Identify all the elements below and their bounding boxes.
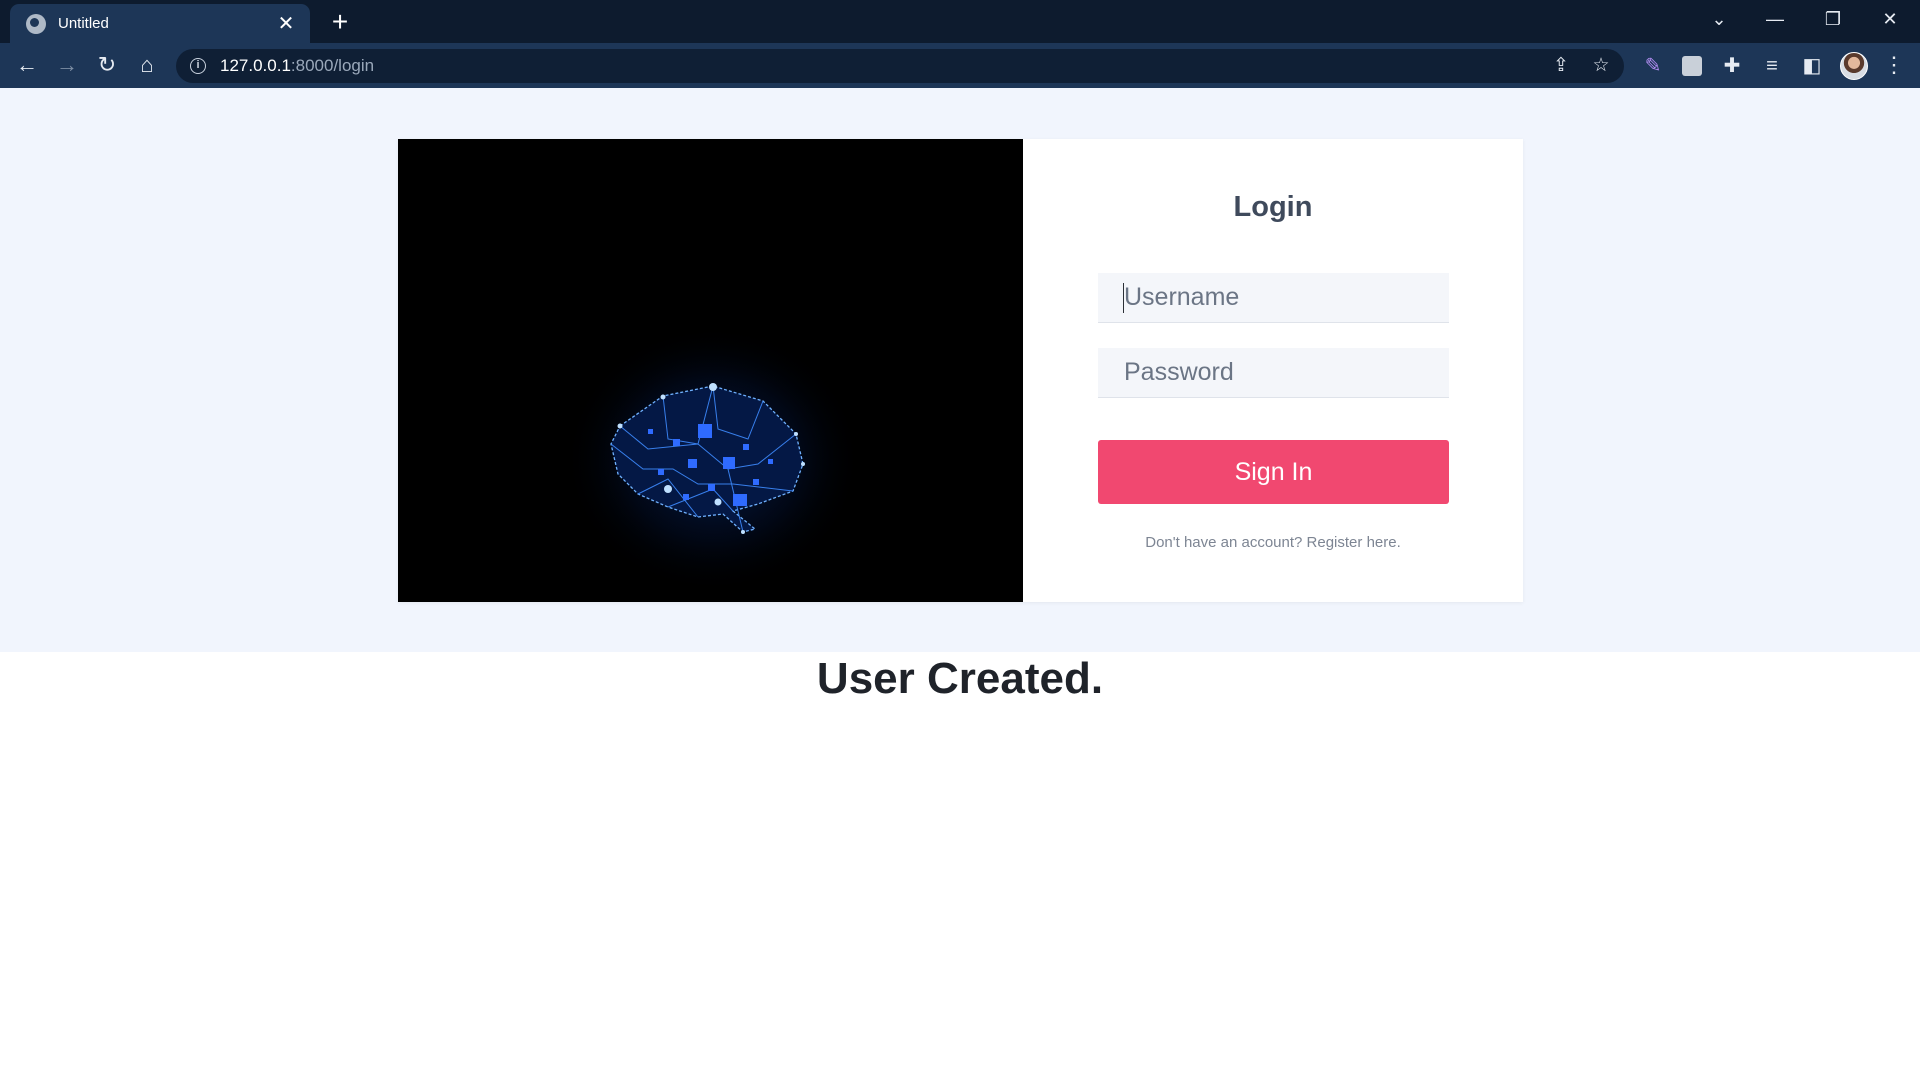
extension-square-icon[interactable] [1682, 56, 1702, 76]
tab-title: Untitled [58, 15, 109, 32]
username-input[interactable] [1098, 273, 1449, 323]
login-section: Login Sign In Don't have an account? Reg… [0, 88, 1920, 652]
tab-search-button[interactable]: ⌄ [1696, 4, 1742, 34]
text-cursor [1123, 283, 1124, 313]
back-button[interactable]: ← [11, 49, 43, 81]
brain-graphic [563, 324, 863, 594]
close-window-button[interactable]: ✕ [1867, 4, 1913, 34]
restore-button[interactable]: ❐ [1810, 4, 1856, 34]
reload-button[interactable]: ↻ [91, 49, 123, 81]
share-icon[interactable]: ⇪ [1548, 53, 1574, 79]
reading-list-icon[interactable]: ≡ [1759, 53, 1785, 79]
tab-close-icon[interactable]: ✕ [274, 12, 298, 36]
status-message: User Created. [816, 654, 1104, 703]
new-tab-button[interactable]: + [325, 7, 355, 37]
sign-in-button[interactable]: Sign In [1098, 440, 1449, 504]
register-link[interactable]: Don't have an account? Register here. [1023, 534, 1523, 551]
globe-icon [26, 13, 46, 34]
bookmark-star-icon[interactable]: ☆ [1588, 53, 1614, 79]
minimize-button[interactable]: — [1752, 4, 1798, 34]
password-input[interactable] [1098, 348, 1449, 398]
brain-illustration [398, 139, 1023, 602]
profile-avatar[interactable] [1840, 52, 1868, 80]
login-title: Login [1233, 191, 1313, 223]
browser-menu-button[interactable]: ⋮ [1878, 49, 1910, 81]
login-card: Login Sign In Don't have an account? Reg… [398, 139, 1523, 602]
login-form: Login Sign In Don't have an account? Reg… [1023, 139, 1523, 602]
side-panel-icon[interactable]: ◧ [1799, 53, 1825, 79]
puzzle-icon[interactable]: ✚ [1719, 53, 1745, 79]
page-content: Login Sign In Don't have an account? Reg… [0, 88, 1920, 1080]
site-info-icon[interactable]: i [190, 58, 206, 74]
url-host: 127.0.0.1 [220, 56, 291, 75]
address-bar[interactable]: i 127.0.0.1 :8000/login ⇪ ☆ [176, 49, 1624, 83]
browser-tab[interactable]: Untitled ✕ [10, 4, 310, 43]
home-button[interactable]: ⌂ [131, 49, 163, 81]
feather-extension-icon[interactable]: ✎ [1640, 53, 1666, 79]
tab-strip: Untitled ✕ + ⌄ — ❐ ✕ [0, 0, 1920, 43]
browser-toolbar: ← → ↻ ⌂ i 127.0.0.1 :8000/login ⇪ ☆ ✎ ✚ … [0, 43, 1920, 88]
url-path: :8000/login [290, 56, 375, 75]
forward-button[interactable]: → [51, 49, 83, 81]
